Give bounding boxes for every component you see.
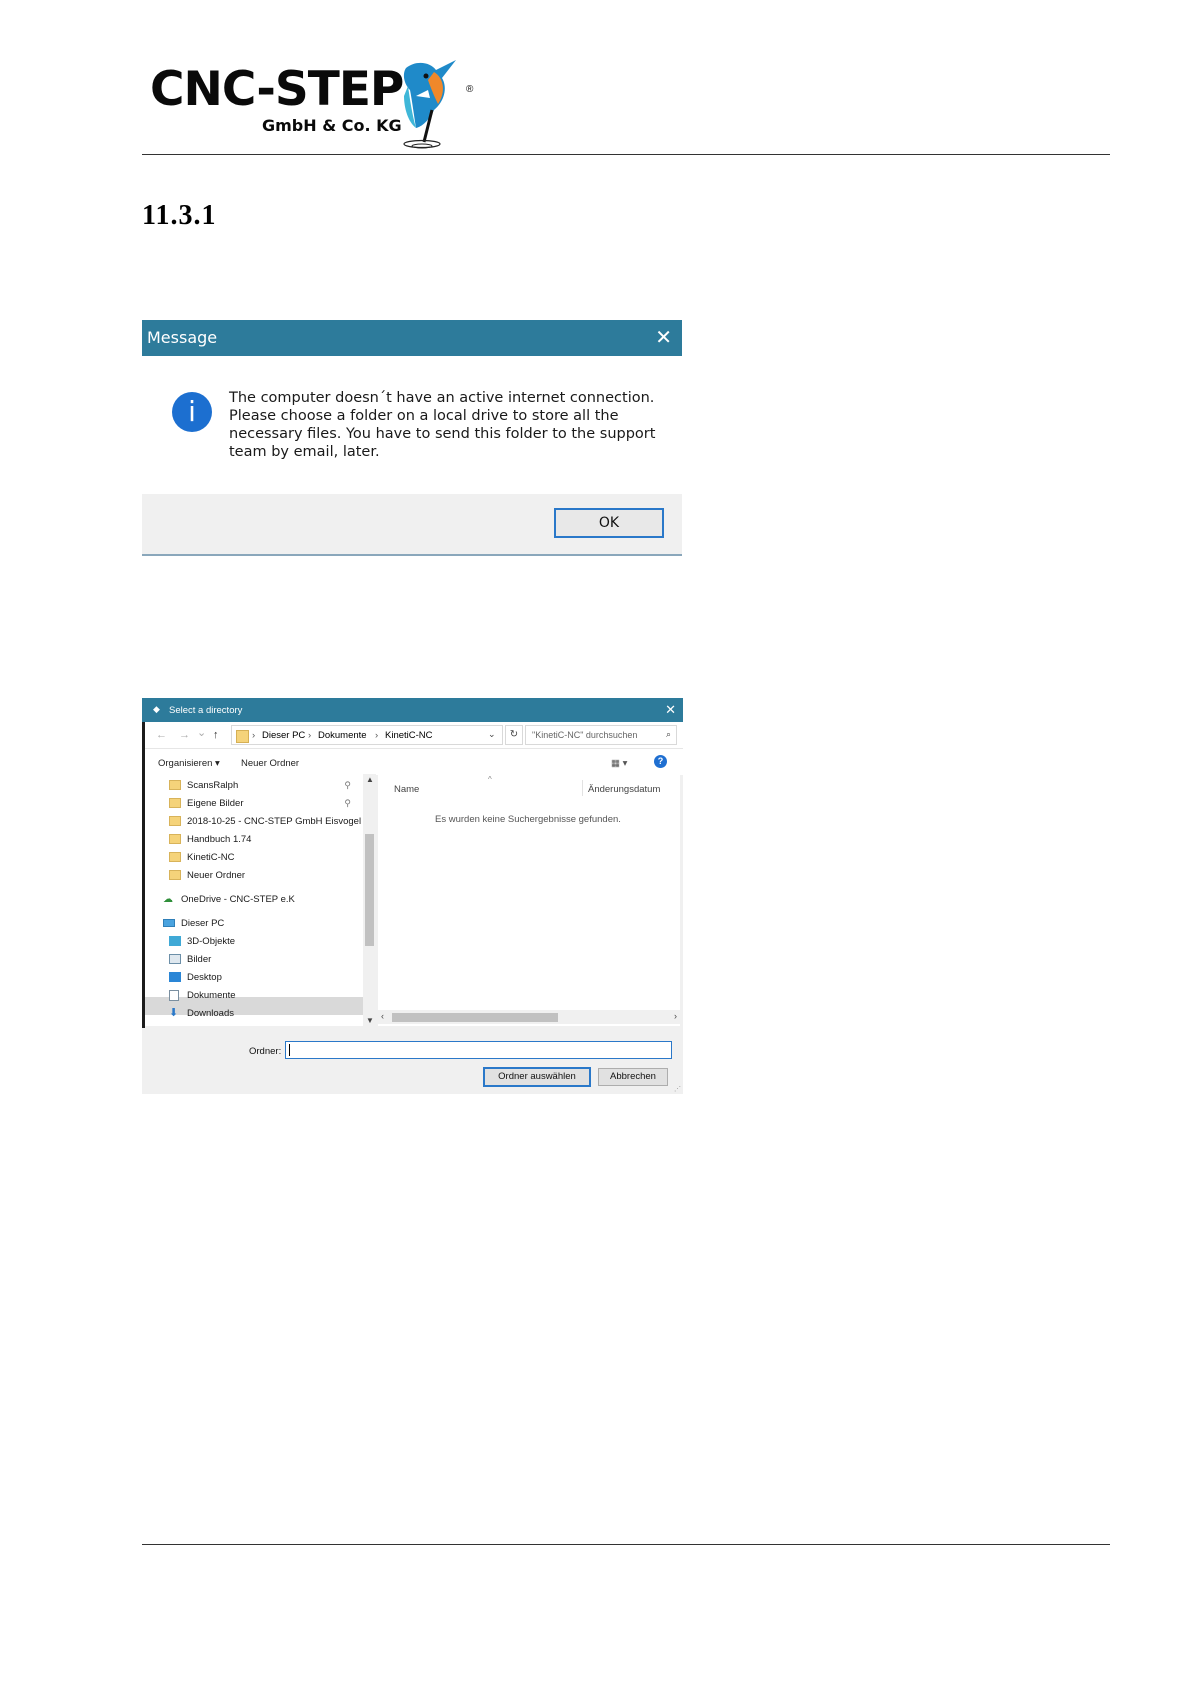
scrollbar-thumb[interactable] bbox=[392, 1013, 558, 1022]
close-icon[interactable]: ✕ bbox=[665, 702, 676, 718]
dialog-title-bar: ◆ Select a directory ✕ bbox=[142, 698, 683, 722]
kingfisher-logo-icon bbox=[403, 60, 456, 149]
pictures-icon bbox=[169, 954, 181, 964]
view-options-icon[interactable]: ▦ ▾ bbox=[611, 758, 627, 769]
scroll-up-icon[interactable]: ▲ bbox=[366, 775, 374, 784]
message-footer: OK bbox=[142, 494, 682, 556]
resize-grip-icon[interactable]: ⋰ bbox=[674, 1085, 681, 1093]
pin-icon: ⚲ bbox=[344, 780, 351, 790]
sort-indicator-icon: ^ bbox=[488, 775, 492, 784]
column-divider bbox=[582, 780, 583, 796]
tree-scrollbar[interactable]: ▲ ▼ bbox=[363, 774, 376, 1026]
tree-item-scansralph[interactable]: ScansRalph ⚲ bbox=[169, 780, 363, 792]
folder-field-label: Ordner: bbox=[249, 1046, 282, 1057]
cancel-button[interactable]: Abbrechen bbox=[598, 1068, 668, 1086]
breadcrumb-separator: › bbox=[308, 730, 312, 741]
tree-item-kinetic-nc[interactable]: KinetiC-NC bbox=[169, 852, 363, 864]
app-icon: ◆ bbox=[153, 704, 160, 714]
desktop-icon bbox=[169, 972, 181, 982]
document-icon bbox=[169, 990, 179, 1001]
organize-menu[interactable]: Organisieren ▾ bbox=[158, 758, 220, 769]
folder-name-input[interactable] bbox=[285, 1041, 672, 1059]
address-bar[interactable]: › Dieser PC › Dokumente › KinetiC-NC ⌄ bbox=[231, 725, 503, 745]
folder-icon bbox=[169, 852, 181, 862]
folder-dialog: ◆ Select a directory ✕ ← → ⌄ ↑ › Dieser … bbox=[142, 698, 683, 1094]
breadcrumb-separator: › bbox=[252, 730, 256, 741]
chevron-down-icon[interactable]: ⌄ bbox=[488, 729, 496, 740]
file-list: ^ Name Änderungsdatum Es wurden keine Su… bbox=[378, 774, 680, 1026]
folder-icon bbox=[169, 834, 181, 844]
search-icon: ⌕ bbox=[665, 729, 671, 739]
folder-icon bbox=[236, 730, 249, 743]
close-icon[interactable]: ✕ bbox=[655, 325, 672, 349]
tree-item-neuer-ordner[interactable]: Neuer Ordner bbox=[169, 870, 363, 882]
logo-text: CNC-STEP bbox=[150, 62, 404, 117]
column-header-name[interactable]: Name bbox=[394, 784, 419, 795]
breadcrumb-item-dokumente[interactable]: Dokumente bbox=[318, 730, 367, 741]
info-icon: i bbox=[172, 392, 212, 432]
computer-icon bbox=[163, 919, 175, 927]
search-input[interactable]: "KinetiC-NC" durchsuchen ⌕ bbox=[525, 725, 677, 745]
column-header-date[interactable]: Änderungsdatum bbox=[588, 784, 660, 795]
tree-item-3d-objekte[interactable]: 3D-Objekte bbox=[169, 936, 363, 948]
cube-icon bbox=[169, 936, 181, 946]
tree-item-bilder[interactable]: Bilder bbox=[169, 954, 363, 966]
download-arrow-icon: ⬇ bbox=[169, 1008, 179, 1019]
forward-icon[interactable]: → bbox=[179, 729, 190, 741]
address-row: ← → ⌄ ↑ › Dieser PC › Dokumente › Kineti… bbox=[145, 722, 683, 748]
folder-icon bbox=[169, 870, 181, 880]
tree-item-desktop[interactable]: Desktop bbox=[169, 972, 363, 984]
section-number: 11.3.1 bbox=[142, 200, 217, 231]
tree-item-dieser-pc[interactable]: Dieser PC bbox=[163, 918, 363, 930]
tree-item-dokumente[interactable]: Dokumente bbox=[169, 990, 363, 1002]
tree-item-eisvogel-folder[interactable]: 2018-10-25 - CNC-STEP GmbH Eisvogel Trac bbox=[169, 816, 363, 828]
tree-item-onedrive[interactable]: ☁ OneDrive - CNC-STEP e.K bbox=[163, 894, 363, 906]
file-list-scrollbar[interactable]: ‹ › bbox=[378, 1010, 680, 1024]
breadcrumb-item-dieser-pc[interactable]: Dieser PC bbox=[262, 730, 305, 741]
tree-item-eigene-bilder[interactable]: Eigene Bilder ⚲ bbox=[169, 798, 363, 810]
refresh-icon[interactable]: ↻ bbox=[505, 725, 523, 745]
message-title: Message bbox=[147, 328, 218, 347]
tree-item-downloads[interactable]: ⬇ Downloads bbox=[169, 1008, 363, 1020]
no-results-message: Es wurden keine Suchergebnisse gefunden. bbox=[435, 814, 621, 825]
tree-item-handbuch[interactable]: Handbuch 1.74 bbox=[169, 834, 363, 846]
folder-icon bbox=[169, 780, 181, 790]
message-title-bar: Message ✕ bbox=[142, 320, 682, 356]
dialog-title: Select a directory bbox=[169, 705, 243, 716]
ok-button[interactable]: OK bbox=[554, 508, 664, 538]
footer-rule bbox=[142, 1544, 1110, 1545]
onedrive-icon: ☁ bbox=[163, 894, 173, 905]
breadcrumb-separator: › bbox=[375, 730, 379, 741]
breadcrumb-item-kinetic-nc[interactable]: KinetiC-NC bbox=[385, 730, 433, 741]
help-icon[interactable]: ? bbox=[654, 755, 667, 768]
header-rule bbox=[142, 154, 1110, 155]
up-icon[interactable]: ↑ bbox=[213, 729, 219, 741]
folder-icon bbox=[169, 816, 181, 826]
scroll-down-icon[interactable]: ▼ bbox=[366, 1016, 374, 1025]
scroll-left-icon[interactable]: ‹ bbox=[381, 1011, 384, 1021]
message-text: The computer doesn´t have an active inte… bbox=[229, 390, 656, 460]
dialog-toolbar: Organisieren ▾ Neuer Ordner ▦ ▾ ? bbox=[145, 748, 683, 775]
message-dialog: Message ✕ i The computer doesn´t have an… bbox=[142, 320, 682, 556]
history-icon[interactable]: ⌄ bbox=[197, 726, 206, 739]
scroll-right-icon[interactable]: › bbox=[674, 1011, 677, 1021]
back-icon[interactable]: ← bbox=[156, 729, 167, 741]
new-folder-button[interactable]: Neuer Ordner bbox=[241, 758, 299, 769]
navigation-tree: ScansRalph ⚲ Eigene Bilder ⚲ 2018-10-25 … bbox=[145, 774, 365, 1026]
search-placeholder: "KinetiC-NC" durchsuchen bbox=[532, 730, 638, 740]
folder-icon bbox=[169, 798, 181, 808]
select-folder-button[interactable]: Ordner auswählen bbox=[483, 1067, 591, 1087]
text-caret bbox=[289, 1044, 290, 1056]
logo-subtext: GmbH & Co. KG bbox=[262, 116, 402, 135]
scrollbar-thumb[interactable] bbox=[365, 834, 374, 946]
pin-icon: ⚲ bbox=[344, 798, 351, 808]
